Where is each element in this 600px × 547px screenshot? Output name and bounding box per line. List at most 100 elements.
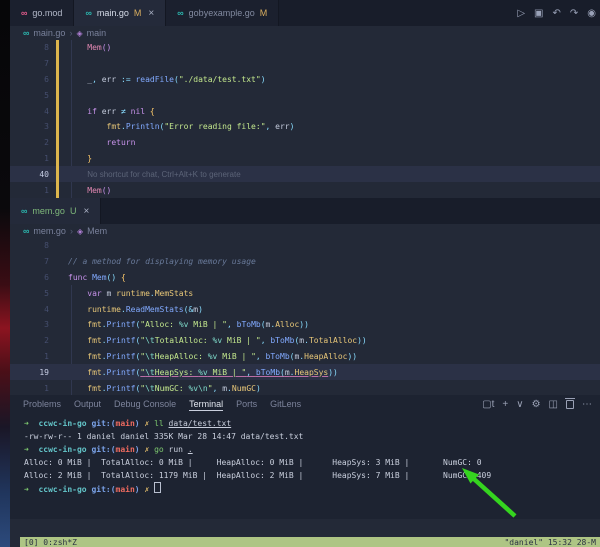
code-token: data/test.txt bbox=[169, 419, 232, 428]
code-token bbox=[68, 107, 87, 116]
desktop-background-strip bbox=[0, 0, 10, 547]
git-change-gutter bbox=[56, 56, 59, 72]
code-token bbox=[68, 43, 87, 52]
code-token bbox=[68, 289, 87, 298]
code-line[interactable]: 5 var m runtime.MemStats bbox=[10, 285, 600, 301]
terminal-line: ➜ ccwc-in-go git:(main) ✗ bbox=[24, 482, 600, 495]
go-file-icon: ∞ bbox=[23, 29, 29, 38]
tab-gobyexample-go[interactable]: ∞gobyexample.goM bbox=[166, 0, 279, 26]
editor-main-go[interactable]: 8 Mem()76 _, err := readFile("./data/tes… bbox=[10, 40, 600, 198]
code-line[interactable]: 2 return bbox=[10, 135, 600, 151]
breadcrumb-file[interactable]: mem.go bbox=[33, 226, 66, 236]
line-number: 8 bbox=[10, 43, 56, 52]
breadcrumb-mem-go[interactable]: ∞mem.go›◈Mem bbox=[10, 224, 600, 238]
panel-tab-terminal[interactable]: Terminal bbox=[189, 397, 223, 411]
code-line[interactable]: 6 _, err := readFile("./data/test.txt") bbox=[10, 72, 600, 88]
prompt-token: ccwc-in-go bbox=[38, 445, 91, 454]
prompt-token: ccwc-in-go bbox=[38, 419, 91, 428]
run-icon[interactable]: ▷ bbox=[517, 8, 525, 19]
code-line[interactable]: 1 Mem() bbox=[10, 182, 600, 198]
terminal-profile-icon[interactable]: ▢t bbox=[482, 399, 494, 410]
tab-label: gobyexample.go bbox=[189, 8, 255, 18]
code-token: fmt bbox=[107, 122, 121, 131]
code-token: NumGC bbox=[232, 384, 256, 393]
code-token: bToMb bbox=[256, 368, 280, 377]
split-terminal-icon[interactable]: ◫ bbox=[549, 399, 558, 410]
code-line[interactable]: 1 fmt.Printf("\tNumGC: %v\n", m.NumGC) bbox=[10, 380, 600, 395]
terminal-dropdown-chevron-icon[interactable]: ∨ bbox=[516, 399, 523, 410]
code-line[interactable]: 7 bbox=[10, 56, 600, 72]
run-code-icon[interactable]: ◉ bbox=[587, 8, 596, 19]
more-actions-icon[interactable]: ⋯ bbox=[582, 399, 592, 410]
tab-go-mod[interactable]: ∞go.mod bbox=[10, 0, 74, 26]
code-token: HeapAlloc: bbox=[155, 352, 208, 361]
code-line[interactable]: 8 Mem() bbox=[10, 40, 600, 56]
code-line[interactable]: 3 fmt.Printf("Alloc: %v MiB | ", bToMb(m… bbox=[10, 317, 600, 333]
git-change-gutter bbox=[56, 270, 59, 286]
code-line[interactable]: 4 runtime.ReadMemStats(&m) bbox=[10, 301, 600, 317]
code-token bbox=[68, 170, 87, 179]
line-number: 1 bbox=[10, 186, 56, 195]
code-line[interactable]: 4 if err ≠ nil { bbox=[10, 103, 600, 119]
git-change-gutter bbox=[56, 333, 59, 349]
code-line[interactable]: 8 bbox=[10, 238, 600, 254]
code-token: fmt bbox=[87, 368, 101, 377]
breadcrumb-symbol[interactable]: Mem bbox=[87, 226, 107, 236]
code-line[interactable]: 1 fmt.Printf("\tHeapAlloc: %v MiB | ", b… bbox=[10, 349, 600, 365]
code-token: Printf bbox=[107, 352, 136, 361]
settings-gear-icon[interactable]: ⚙ bbox=[532, 399, 541, 410]
panel-tab-output[interactable]: Output bbox=[74, 397, 101, 411]
code-token bbox=[68, 138, 107, 147]
code-text: fmt.Printf("Alloc: %v MiB | ", bToMb(m.A… bbox=[68, 320, 600, 329]
code-token bbox=[68, 186, 87, 195]
terminal-cursor[interactable] bbox=[154, 482, 161, 493]
breadcrumb-file[interactable]: main.go bbox=[33, 28, 65, 38]
code-line[interactable]: 3 fmt.Println("Error reading file:", err… bbox=[10, 119, 600, 135]
terminal-line: ➜ ccwc-in-go git:(main) ✗ go run . bbox=[24, 443, 600, 456]
panel-tab-problems[interactable]: Problems bbox=[23, 397, 61, 411]
code-line[interactable]: 6func Mem() { bbox=[10, 270, 600, 286]
panel-tab-ports[interactable]: Ports bbox=[236, 397, 257, 411]
line-number: 2 bbox=[10, 336, 56, 345]
prompt-token: ✗ bbox=[144, 445, 154, 454]
code-token: ) bbox=[198, 305, 203, 314]
tab-label: mem.go bbox=[32, 206, 65, 216]
code-token bbox=[68, 305, 87, 314]
code-line[interactable]: 19 fmt.Printf("\tHeapSys: %v MiB | ", bT… bbox=[10, 364, 600, 380]
close-tab-icon[interactable]: × bbox=[83, 206, 89, 217]
next-change-icon[interactable]: ↷ bbox=[570, 8, 578, 19]
kill-terminal-trash-icon[interactable] bbox=[566, 400, 574, 409]
panel-tab-debug-console[interactable]: Debug Console bbox=[114, 397, 176, 411]
code-token: %v bbox=[208, 352, 218, 361]
code-token bbox=[68, 368, 87, 377]
new-terminal-icon[interactable]: + bbox=[502, 399, 508, 410]
tab-mem-go[interactable]: ∞mem.goU× bbox=[10, 198, 101, 224]
tab-main-go[interactable]: ∞main.goM× bbox=[74, 0, 166, 26]
prev-change-icon[interactable]: ↶ bbox=[552, 8, 560, 19]
compare-changes-icon[interactable]: ▣ bbox=[534, 8, 543, 19]
code-token: \t bbox=[145, 352, 155, 361]
go-file-icon: ∞ bbox=[21, 9, 27, 18]
code-line[interactable]: 40 No shortcut for chat, Ctrl+Alt+K to g… bbox=[10, 166, 600, 182]
code-token: bToMb bbox=[266, 352, 290, 361]
breadcrumb-symbol[interactable]: main bbox=[87, 28, 107, 38]
panel-tab-gitlens[interactable]: GitLens bbox=[270, 397, 301, 411]
editor-mem-go[interactable]: 87// a method for displaying memory usag… bbox=[10, 238, 600, 395]
code-token bbox=[68, 122, 107, 131]
breadcrumb-main-go[interactable]: ∞main.go›◈main bbox=[10, 26, 600, 40]
close-tab-icon[interactable]: × bbox=[148, 8, 154, 19]
code-token: -rw-rw-r-- 1 daniel daniel 335K Mar 28 1… bbox=[24, 432, 303, 441]
code-line[interactable]: 7// a method for displaying memory usage bbox=[10, 254, 600, 270]
code-text: fmt.Printf("\tHeapAlloc: %v MiB | ", bTo… bbox=[68, 352, 600, 361]
terminal-output[interactable]: ➜ ccwc-in-go git:(main) ✗ ll data/test.t… bbox=[10, 413, 600, 495]
git-status-badge: U bbox=[70, 206, 77, 216]
code-line[interactable]: 1 } bbox=[10, 151, 600, 167]
code-token: fmt bbox=[87, 336, 101, 345]
code-token: () bbox=[107, 273, 117, 282]
code-token: runtime bbox=[116, 289, 150, 298]
code-token bbox=[68, 336, 87, 345]
code-token: No shortcut for chat, Ctrl+Alt+K to gene… bbox=[87, 170, 240, 179]
code-line[interactable]: 5 bbox=[10, 87, 600, 103]
code-line[interactable]: 2 fmt.Printf("\tTotalAlloc: %v MiB | ", … bbox=[10, 333, 600, 349]
git-change-gutter bbox=[56, 87, 59, 103]
